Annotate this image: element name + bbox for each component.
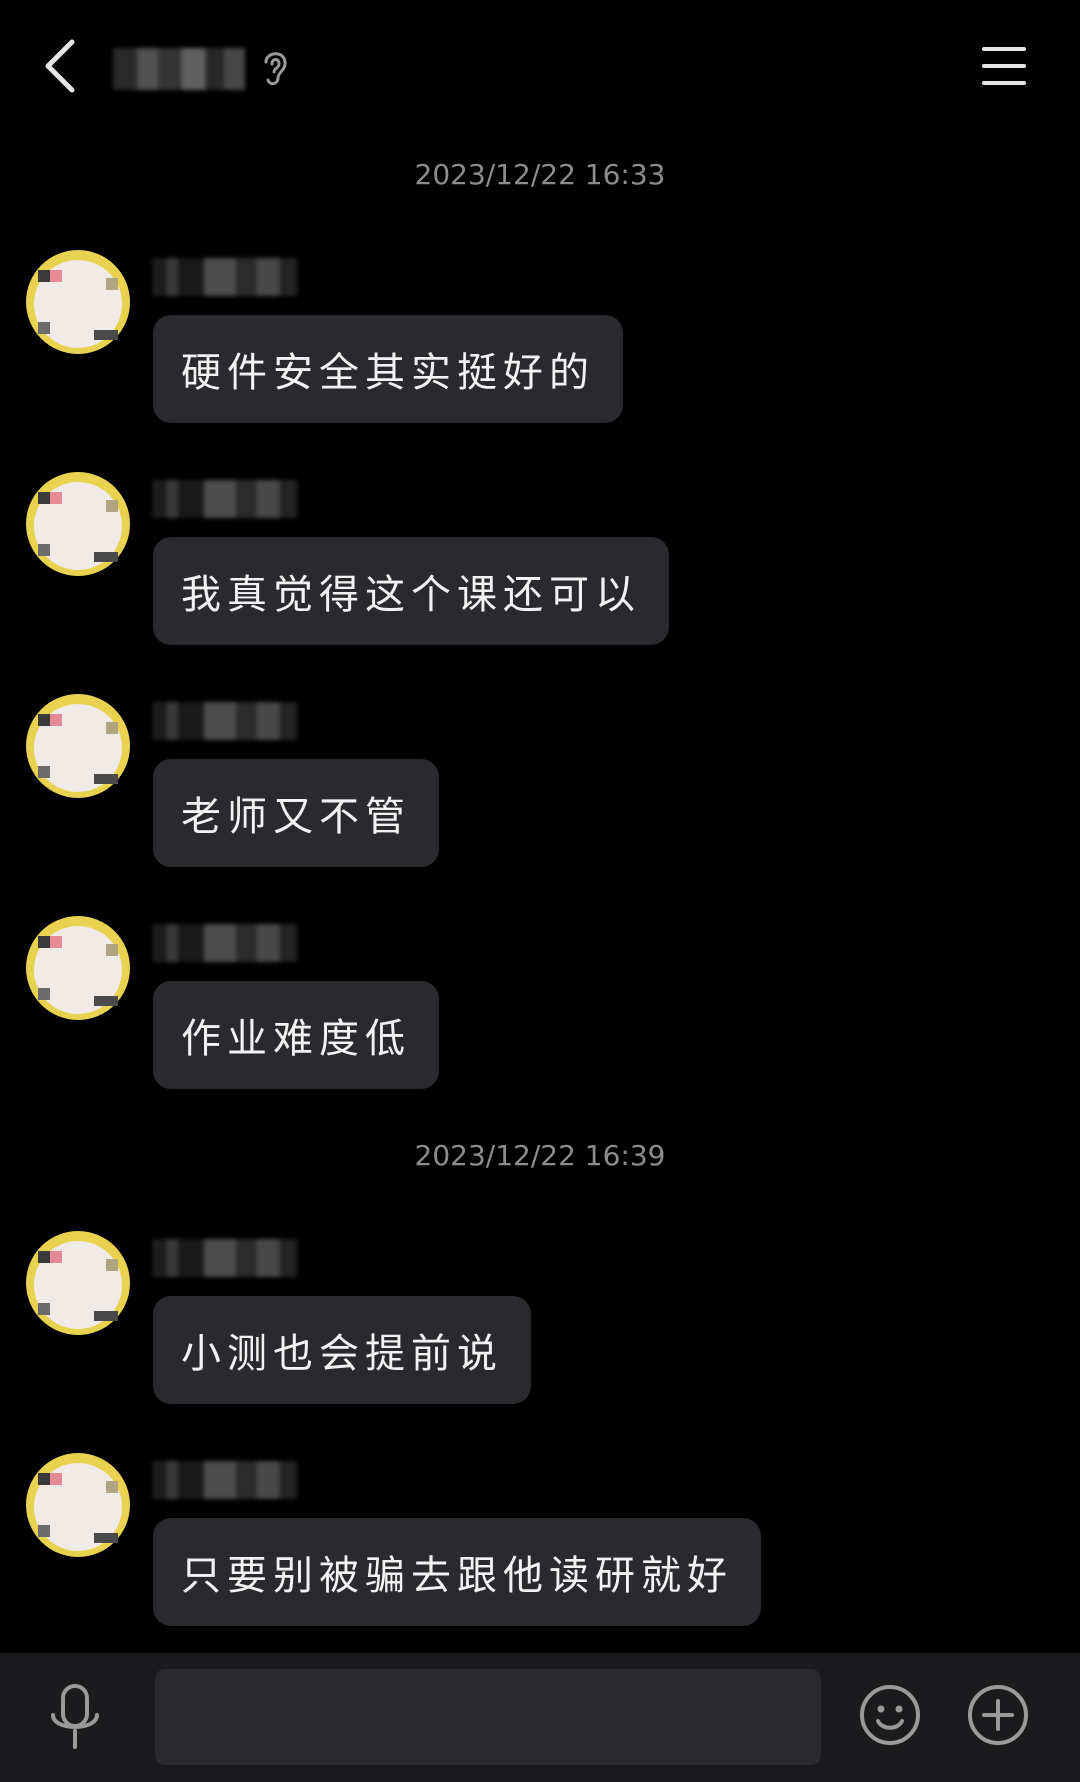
sender-name-redacted xyxy=(152,1461,297,1499)
smiley-icon[interactable] xyxy=(858,1683,922,1747)
plus-circle-icon[interactable] xyxy=(966,1683,1030,1747)
composer-bar xyxy=(0,1653,1080,1782)
avatar[interactable] xyxy=(24,692,132,800)
sender-name-redacted xyxy=(152,480,297,518)
top-bar xyxy=(0,0,1080,135)
message-bubble[interactable]: 只要别被骗去跟他读研就好 xyxy=(153,1518,761,1626)
sender-name-redacted xyxy=(152,924,297,962)
timestamp: 2023/12/22 16:39 xyxy=(414,1139,666,1172)
avatar[interactable] xyxy=(24,470,132,578)
message-input[interactable] xyxy=(155,1669,821,1765)
sender-name-redacted xyxy=(152,1239,297,1277)
menu-icon[interactable] xyxy=(980,44,1028,88)
message-bubble[interactable]: 作业难度低 xyxy=(153,981,439,1089)
chevron-left-icon[interactable] xyxy=(38,36,84,96)
chat-title-redacted xyxy=(113,48,245,90)
microphone-icon[interactable] xyxy=(44,1683,106,1753)
ear-icon[interactable] xyxy=(258,46,292,90)
avatar[interactable] xyxy=(24,914,132,1022)
avatar[interactable] xyxy=(24,1229,132,1337)
sender-name-redacted xyxy=(152,702,297,740)
message-bubble[interactable]: 硬件安全其实挺好的 xyxy=(153,315,623,423)
message-bubble[interactable]: 老师又不管 xyxy=(153,759,439,867)
avatar[interactable] xyxy=(24,248,132,356)
avatar[interactable] xyxy=(24,1451,132,1559)
timestamp: 2023/12/22 16:33 xyxy=(414,158,666,191)
message-bubble[interactable]: 我真觉得这个课还可以 xyxy=(153,537,669,645)
sender-name-redacted xyxy=(152,258,297,296)
message-bubble[interactable]: 小测也会提前说 xyxy=(153,1296,531,1404)
